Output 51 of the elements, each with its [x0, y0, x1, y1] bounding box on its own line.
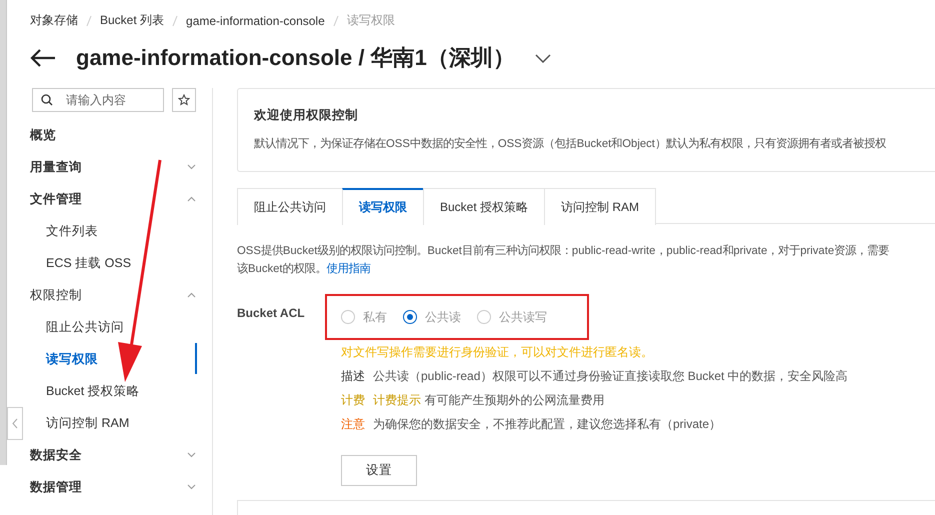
chevron-down-icon[interactable]	[534, 54, 551, 62]
tab[interactable]: 读写权限	[342, 188, 424, 225]
note-text: 计费提示 有可能产生预期外的公网流量费用	[373, 392, 604, 409]
search-icon	[41, 94, 53, 106]
menu-item[interactable]: 文件管理	[30, 183, 196, 215]
star-icon	[178, 94, 190, 106]
tab[interactable]: 阻止公共访问	[237, 188, 343, 225]
chevron-up-icon	[187, 292, 196, 298]
menu-item[interactable]: 数据安全	[30, 439, 196, 471]
breadcrumb-separator-icon	[172, 14, 178, 26]
note-label: 注意	[341, 416, 365, 433]
submenu-item[interactable]: 访问控制 RAM	[30, 407, 196, 439]
note-label: 描述	[341, 368, 365, 385]
menu-item[interactable]: 权限控制	[30, 279, 196, 311]
hint-text: 对文件写操作需要进行身份验证，可以对文件进行匿名读。	[341, 344, 654, 361]
tab[interactable]: Bucket 授权策略	[423, 188, 546, 225]
note-text: 为确保您的数据安全，不推荐此配置，建议您选择私有（private）	[373, 416, 722, 433]
active-indicator	[195, 343, 197, 374]
set-button[interactable]: 设置	[341, 455, 417, 486]
chevron-down-icon	[187, 452, 196, 458]
note-label: 计费	[341, 392, 365, 409]
submenu-item[interactable]: ECS 挂载 OSS	[30, 247, 196, 279]
submenu-item[interactable]: 文件列表	[30, 215, 196, 247]
breadcrumb-separator-icon	[86, 14, 92, 26]
breadcrumb-separator-icon	[332, 14, 339, 26]
breadcrumb-item: 读写权限	[346, 12, 395, 29]
intro-text: 该Bucket的权限。	[237, 261, 327, 277]
back-arrow-icon[interactable]	[30, 49, 56, 67]
chevron-down-icon	[187, 484, 196, 490]
menu-item[interactable]: 概览	[30, 119, 196, 151]
breadcrumb-item[interactable]: game-information-console	[186, 14, 325, 28]
submenu-item[interactable]: Bucket 授权策略	[30, 375, 196, 407]
tab[interactable]: 访问控制 RAM	[544, 188, 656, 225]
menu-item[interactable]: 数据管理	[30, 471, 196, 503]
breadcrumb-item[interactable]: Bucket 列表	[100, 12, 164, 29]
chevron-left-icon	[12, 418, 18, 429]
chevron-up-icon	[187, 196, 196, 202]
page-title: game-information-console / 华南1（深圳）	[76, 44, 515, 72]
breadcrumb-item[interactable]: 对象存储	[30, 12, 78, 29]
favorite-button[interactable]	[172, 88, 196, 112]
submenu-item[interactable]: 读写权限	[30, 343, 196, 375]
note-text: 公共读（public-read）权限可以不通过身份验证直接读取您 Bucket 中的数据，安全风险高	[373, 368, 848, 385]
search-field[interactable]: 请输入内容	[32, 88, 164, 112]
card-text: 默认情况下，为保证存储在OSS中数据的安全性，OSS资源（包括Bucket和Object）默认为私有权限，只有资源拥有者或者被授权	[254, 136, 887, 151]
chevron-down-icon	[187, 164, 196, 170]
intro-text: OSS提供Bucket级别的权限访问控制。Bucket目前有三种访问权限：public-read-write，public-read和private，对于private资源，需要	[237, 243, 890, 259]
menu-item[interactable]: 用量查询	[30, 151, 196, 183]
card-title: 欢迎使用权限控制	[254, 107, 359, 124]
guide-link[interactable]: 使用指南	[326, 260, 371, 278]
submenu-item[interactable]: 阻止公共访问	[30, 311, 196, 343]
field-label: Bucket ACL	[237, 305, 306, 322]
